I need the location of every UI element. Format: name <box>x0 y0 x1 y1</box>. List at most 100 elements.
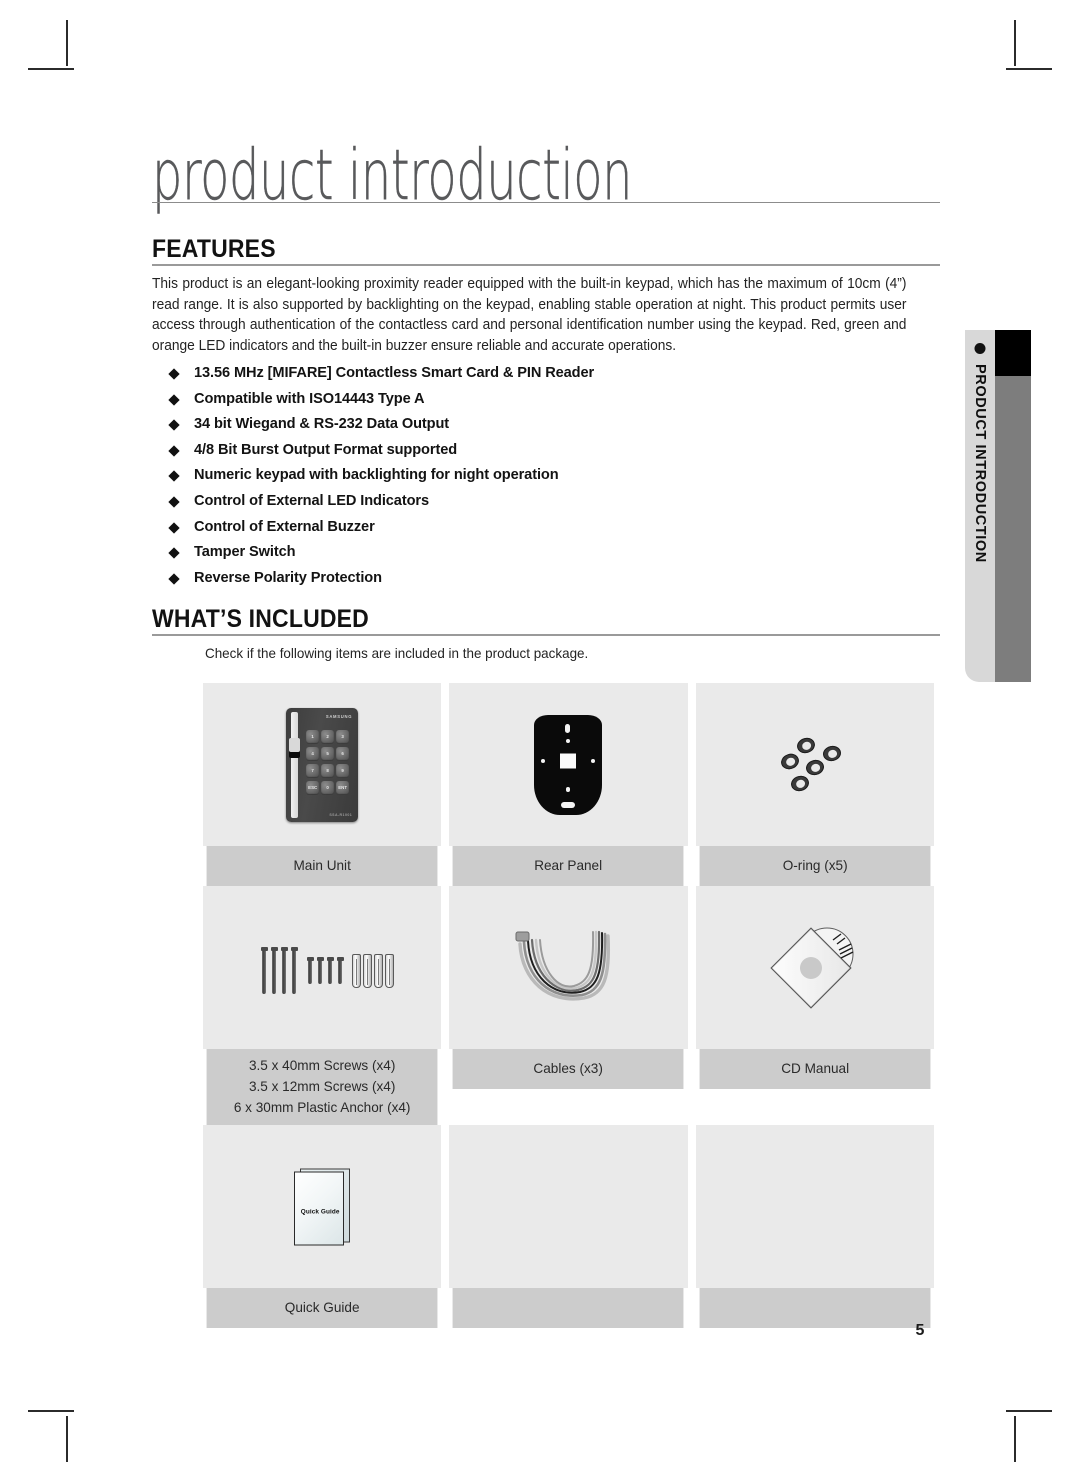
panel-hole <box>566 786 571 792</box>
long-screw <box>260 946 268 994</box>
item-caption: Cables (x3) <box>452 1049 685 1089</box>
crop-mark-top-right-vertical <box>1014 20 1016 66</box>
included-item-main-unit: SAMSUNG 1 2 3 4 5 6 7 8 9 ESC 0 ENT SSA-… <box>203 683 442 886</box>
item-caption: O-ring (x5) <box>699 846 931 886</box>
list-item-label: Reverse Polarity Protection <box>194 569 382 586</box>
crop-mark-top-left-vertical <box>66 20 68 66</box>
o-ring <box>794 735 817 755</box>
quick-guide-illustration: Quick Guide <box>203 1125 442 1288</box>
rear-panel-icon <box>534 714 603 815</box>
keypad-key: 9 <box>336 763 350 778</box>
list-item-label: Control of External LED Indicators <box>194 492 429 509</box>
keypad-key: 4 <box>306 746 320 761</box>
keypad-key: ESC <box>306 780 320 795</box>
plastic-anchor <box>385 953 395 988</box>
diamond-bullet-icon <box>168 470 180 483</box>
included-items-grid: SAMSUNG 1 2 3 4 5 6 7 8 9 ESC 0 ENT SSA-… <box>203 683 934 1328</box>
short-screw <box>326 956 334 984</box>
list-item: 13.56 MHz [MIFARE] Contactless Smart Car… <box>166 361 866 387</box>
list-item-label: Compatible with ISO14443 Type A <box>194 390 425 407</box>
o-ring <box>821 743 843 763</box>
item-caption: CD Manual <box>699 1049 931 1089</box>
diamond-bullet-icon <box>168 419 180 431</box>
page-canvas: product introduction FEATURES This produ… <box>0 0 1080 1479</box>
list-item: Tamper Switch <box>166 540 866 566</box>
item-caption: Quick Guide <box>206 1288 438 1328</box>
reader-brand-label: SAMSUNG <box>325 713 353 719</box>
whats-included-note: Check if the following items are include… <box>205 645 589 661</box>
diamond-bullet-icon <box>168 393 180 406</box>
booklet-title-label: Quick Guide <box>300 1208 340 1215</box>
side-tab-bar <box>995 330 1031 682</box>
short-screw <box>336 956 344 984</box>
keypad-key: 2 <box>321 729 335 744</box>
included-item-screws: 3.5 x 40mm Screws (x4) 3.5 x 12mm Screws… <box>203 886 442 1125</box>
empty-cell-art <box>449 1125 688 1288</box>
features-paragraph: This product is an elegant-looking proxi… <box>152 276 907 354</box>
crop-mark-top-left-horizontal <box>28 68 74 70</box>
o-ring-illustration <box>695 683 934 846</box>
short-screw <box>306 956 314 984</box>
rear-panel-illustration <box>449 683 688 846</box>
keypad-key: 0 <box>321 780 335 795</box>
included-item-cd-manual: CD Manual <box>695 886 934 1125</box>
list-item: Reverse Polarity Protection <box>166 566 866 592</box>
reader-keypad: 1 2 3 4 5 6 7 8 9 ESC 0 ENT <box>306 729 354 795</box>
crop-mark-top-right-horizontal <box>1006 68 1052 70</box>
keypad-key: 5 <box>321 746 335 761</box>
plastic-anchor <box>374 953 384 988</box>
panel-hole <box>541 758 546 763</box>
crop-mark-bottom-right-horizontal <box>1006 1410 1052 1412</box>
keypad-key: 8 <box>321 763 335 778</box>
list-item-label: 13.56 MHz [MIFARE] Contactless Smart Car… <box>194 365 595 381</box>
side-tab-bar-marker <box>995 330 1031 376</box>
o-ring-group-icon <box>778 734 851 796</box>
screws-group-icon <box>258 942 395 994</box>
list-item: Control of External LED Indicators <box>166 489 866 515</box>
item-caption-line: 3.5 x 40mm Screws (x4) <box>248 1057 396 1073</box>
reader-led-window <box>289 737 301 752</box>
long-screw <box>290 946 298 994</box>
included-item-empty <box>449 1125 688 1328</box>
keypad-key: 7 <box>306 763 320 778</box>
item-caption-line: 6 x 30mm Plastic Anchor (x4) <box>233 1099 411 1115</box>
cd-manual-illustration <box>695 886 934 1049</box>
o-ring <box>804 757 826 777</box>
reader-light-strip <box>291 711 299 818</box>
cables-illustration <box>449 886 688 1049</box>
whats-included-heading-rule <box>152 634 940 636</box>
keypad-key: 3 <box>336 729 350 744</box>
included-item-cables: Cables (x3) <box>449 886 688 1125</box>
list-item: Control of External Buzzer <box>166 515 866 541</box>
reader-model-label: SSA-R1001 <box>329 812 353 817</box>
side-tab-label: PRODUCT INTRODUCTION <box>972 364 988 563</box>
list-item: 4/8 Bit Burst Output Format supported <box>166 438 866 464</box>
features-bullet-list: 13.56 MHz [MIFARE] Contactless Smart Car… <box>166 361 866 591</box>
list-item: Numeric keypad with backlighting for nig… <box>166 463 866 489</box>
panel-center-cutout <box>560 753 577 768</box>
booklet-front-cover: Quick Guide <box>294 1171 345 1245</box>
list-item: 34 bit Wiegand & RS-232 Data Output <box>166 412 866 438</box>
panel-slot <box>561 801 576 808</box>
o-ring <box>789 773 811 793</box>
page-number: 5 <box>915 1322 925 1339</box>
list-item-label: 34 bit Wiegand & RS-232 Data Output <box>194 416 450 433</box>
keypad-key: 1 <box>306 729 320 744</box>
included-item-o-ring: O-ring (x5) <box>695 683 934 886</box>
panel-hole <box>591 758 596 763</box>
plastic-anchor <box>363 953 373 988</box>
side-tab-product-introduction: PRODUCT INTRODUCTION <box>965 330 995 682</box>
included-item-quick-guide: Quick Guide Quick Guide <box>203 1125 442 1328</box>
empty-cell-art <box>695 1125 934 1288</box>
item-caption: Rear Panel <box>452 846 685 886</box>
features-heading-rule <box>152 264 940 266</box>
features-heading: FEATURES <box>152 235 276 263</box>
item-caption <box>699 1288 931 1328</box>
list-item-label: Control of External Buzzer <box>194 518 375 535</box>
cable-bundle-icon <box>508 918 628 1018</box>
long-screw <box>270 946 278 994</box>
whats-included-heading: WHAT’S INCLUDED <box>152 605 369 633</box>
list-item-label: Tamper Switch <box>194 544 296 561</box>
diamond-bullet-icon <box>168 368 180 380</box>
list-item-label: 4/8 Bit Burst Output Format supported <box>194 441 458 458</box>
